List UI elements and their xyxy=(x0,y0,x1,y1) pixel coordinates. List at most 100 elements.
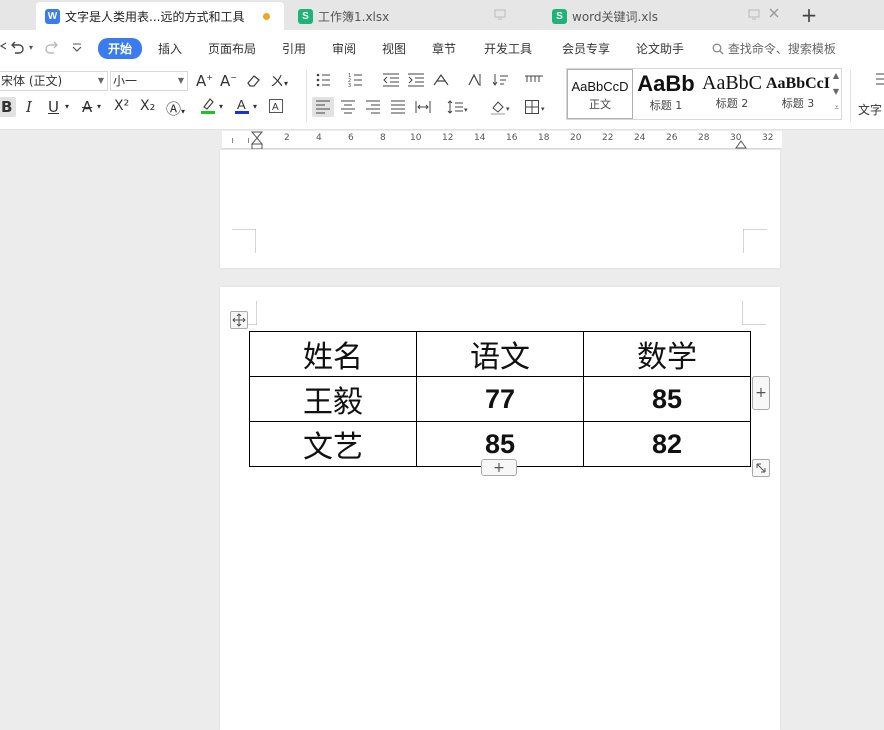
data-table[interactable]: 姓名 语文 数学 王毅 77 85 文艺 85 82 xyxy=(249,331,751,467)
borders-icon[interactable]: ▾ xyxy=(524,99,548,119)
wps-writer-icon: W xyxy=(45,8,60,24)
menu-insert[interactable]: 插入 xyxy=(158,40,182,57)
underline-button[interactable]: U xyxy=(48,98,59,116)
menu-page-layout[interactable]: 页面布局 xyxy=(208,40,256,57)
show-marks-icon[interactable] xyxy=(524,72,544,92)
align-right-icon[interactable] xyxy=(365,99,381,119)
customize-toolbar-icon[interactable] xyxy=(72,41,82,57)
sort-icon[interactable] xyxy=(492,72,510,92)
table-cell[interactable]: 王毅 xyxy=(249,376,417,422)
styles-scroll-up-icon[interactable]: ▲ xyxy=(833,71,839,80)
numbered-list-icon[interactable]: 123 xyxy=(348,72,366,92)
highlight-color-icon[interactable] xyxy=(200,96,216,118)
strikethrough-dropdown-icon[interactable]: ▾ xyxy=(97,102,101,111)
ribbon-divider xyxy=(850,70,851,122)
ruler-label: 20 xyxy=(570,133,582,143)
style-heading-1[interactable]: AaBb 标题 1 xyxy=(633,69,699,119)
menu-member[interactable]: 会员专享 xyxy=(562,40,610,57)
table-header-cell[interactable]: 数学 xyxy=(583,331,751,377)
decrease-indent-icon[interactable] xyxy=(382,72,400,92)
tab-workbook1[interactable]: S 工作簿1.xlsx xyxy=(290,2,536,30)
text-tools-label[interactable]: 文字 xyxy=(858,101,882,118)
ruler-label: 28 xyxy=(698,133,710,143)
tab-keywords[interactable]: S word关键词.xls xyxy=(544,2,790,30)
table-header-cell[interactable]: 语文 xyxy=(416,331,584,377)
styles-scroll-down-icon[interactable]: ▼ xyxy=(833,87,839,96)
undo-icon[interactable] xyxy=(9,39,25,59)
table-cell[interactable]: 82 xyxy=(583,421,751,467)
tab-document[interactable]: W 文字是人类用表...远的方式和工具 xyxy=(36,2,284,30)
style-heading-2-label: 标题 2 xyxy=(715,97,749,110)
font-size-select[interactable]: 小一 ▼ xyxy=(110,71,188,91)
styles-expand-icon[interactable]: ⩡ xyxy=(834,103,839,113)
underline-dropdown-icon[interactable]: ▾ xyxy=(65,102,69,111)
text-direction-icon[interactable] xyxy=(466,72,482,92)
new-tab-button[interactable]: + xyxy=(798,3,820,27)
tab-float-icon[interactable] xyxy=(494,8,506,24)
character-border-icon[interactable]: A xyxy=(268,98,284,118)
menu-developer-tools[interactable]: 开发工具 xyxy=(484,40,532,57)
add-column-button[interactable]: + xyxy=(752,376,770,410)
line-spacing-icon[interactable]: ▾ xyxy=(447,99,469,119)
tab-float-icon[interactable] xyxy=(748,8,760,24)
ribbon-toolbar: 宋体 (正文) ▼ 小一 ▼ A+ A− ㄨ▾ B I U ▾ A ▾ X² X… xyxy=(0,66,884,130)
highlight-dropdown-icon[interactable]: ▾ xyxy=(219,102,223,111)
increase-indent-icon[interactable] xyxy=(407,72,425,92)
chinese-layout-icon[interactable] xyxy=(432,72,452,92)
bullet-list-icon[interactable] xyxy=(316,72,334,92)
menu-review[interactable]: 审阅 xyxy=(332,40,356,57)
text-tools-icon[interactable] xyxy=(874,72,884,94)
grow-font-icon[interactable]: A+ xyxy=(196,72,213,90)
table-header-cell[interactable]: 姓名 xyxy=(249,331,417,377)
font-name-select[interactable]: 宋体 (正文) ▼ xyxy=(0,71,108,91)
menu-chapter[interactable]: 章节 xyxy=(432,40,456,57)
shading-icon[interactable]: ▾ xyxy=(490,99,512,119)
menu-home[interactable]: 开始 xyxy=(98,38,143,59)
align-left-icon[interactable] xyxy=(315,99,331,119)
quick-access-arrow-icon[interactable] xyxy=(0,39,7,57)
font-color-icon[interactable]: A xyxy=(234,96,250,118)
chevron-down-icon: ▼ xyxy=(97,76,104,85)
style-heading-3[interactable]: AaBbCcI 标题 3 xyxy=(765,69,831,119)
shrink-font-icon[interactable]: A− xyxy=(220,72,237,90)
ribbon-divider xyxy=(306,70,307,122)
table-cell[interactable]: 77 xyxy=(416,376,584,422)
phonetic-guide-icon[interactable]: ㄨ▾ xyxy=(270,71,288,91)
font-color-dropdown-icon[interactable]: ▾ xyxy=(253,102,257,111)
styles-gallery: AaBbCcD 正文 AaBb 标题 1 AaBbC 标题 2 AaBbCcI … xyxy=(566,68,842,120)
clear-format-icon[interactable] xyxy=(245,72,261,92)
subscript-button[interactable]: X₂ xyxy=(140,98,155,114)
distributed-align-icon[interactable] xyxy=(415,99,431,119)
bold-button[interactable]: B xyxy=(1,98,12,116)
style-heading-1-sample: AaBb xyxy=(637,71,695,96)
margin-corner-mark xyxy=(232,229,256,253)
style-heading-2[interactable]: AaBbC 标题 2 xyxy=(699,69,765,119)
horizontal-ruler[interactable]: 2 4 6 8 10 12 14 16 18 20 22 24 26 28 30… xyxy=(222,131,782,149)
align-center-icon[interactable] xyxy=(340,99,356,119)
style-heading-2-sample: AaBbC xyxy=(702,72,762,94)
ruler-label: 32 xyxy=(762,133,774,143)
italic-button[interactable]: I xyxy=(26,98,32,116)
undo-dropdown-icon[interactable]: ▾ xyxy=(29,43,33,52)
table-move-handle[interactable] xyxy=(230,311,248,329)
menu-view[interactable]: 视图 xyxy=(382,40,406,57)
add-row-button[interactable]: + xyxy=(481,459,517,476)
redo-icon[interactable] xyxy=(44,39,60,59)
svg-text:▾: ▾ xyxy=(506,105,510,113)
menu-references[interactable]: 引用 xyxy=(282,40,306,57)
strikethrough-icon[interactable]: A xyxy=(82,98,92,116)
tab-workbook1-label: 工作簿1.xlsx xyxy=(318,9,390,24)
margin-corner-mark xyxy=(743,229,767,253)
text-effect-icon[interactable]: Ⓐ▾ xyxy=(166,98,185,119)
menu-thesis-assistant[interactable]: 论文助手 xyxy=(636,40,684,57)
cell-chinese-score: 77 xyxy=(484,383,516,414)
table-cell[interactable]: 85 xyxy=(583,376,751,422)
table-cell[interactable]: 文艺 xyxy=(249,421,417,467)
justify-icon[interactable] xyxy=(390,99,406,119)
superscript-button[interactable]: X² xyxy=(114,98,129,114)
command-search[interactable]: 查找命令、搜索模板 xyxy=(712,40,836,57)
close-icon[interactable] xyxy=(768,7,780,23)
table-resize-handle[interactable] xyxy=(752,459,770,477)
style-normal[interactable]: AaBbCcD 正文 xyxy=(567,69,633,119)
ruler-indent-marker-icon[interactable] xyxy=(251,131,263,149)
